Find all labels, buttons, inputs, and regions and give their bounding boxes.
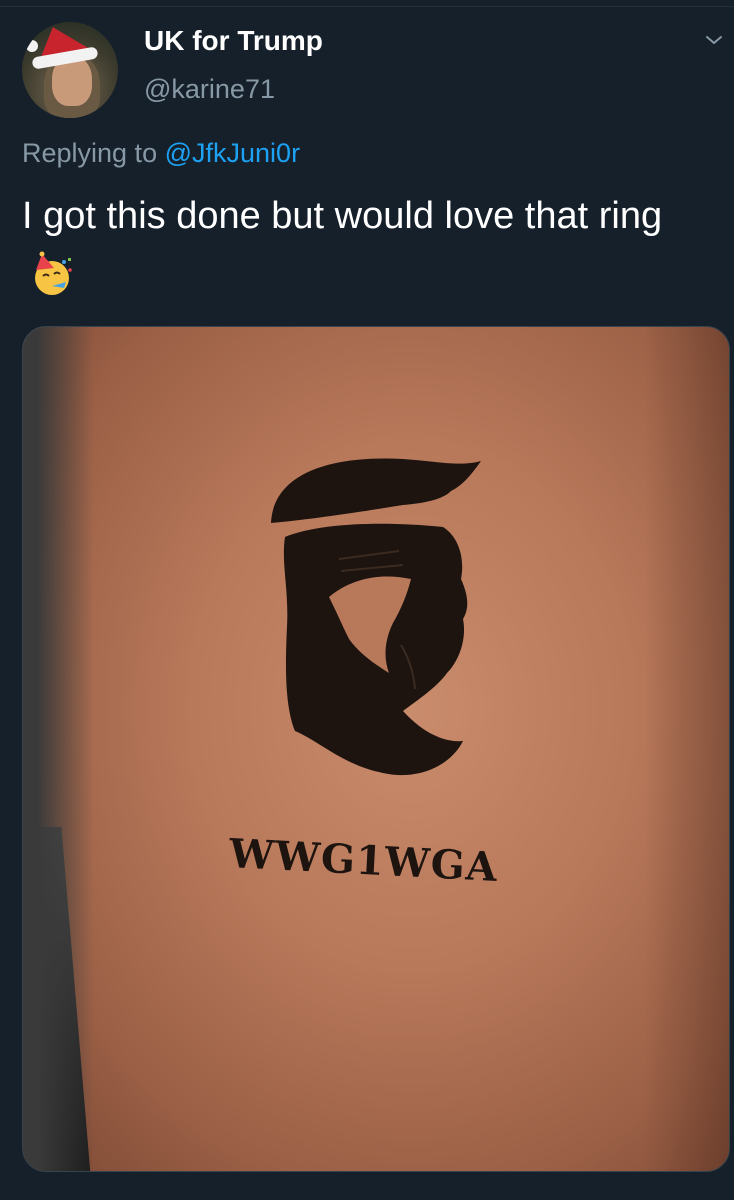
q-tattoo-graphic bbox=[271, 458, 481, 776]
replying-prefix: Replying to bbox=[22, 138, 158, 168]
santa-hat-pom bbox=[26, 40, 38, 52]
partying-face-emoji-icon bbox=[35, 251, 72, 295]
tweet-image[interactable]: WWG1WGA bbox=[22, 326, 730, 1172]
tweet-text: I got this done but would love that ring bbox=[22, 195, 663, 237]
user-handle[interactable]: @karine71 bbox=[144, 72, 275, 106]
display-name[interactable]: UK for Trump bbox=[144, 24, 323, 58]
avatar[interactable] bbox=[22, 22, 118, 118]
tweet-body: I got this done but would love that ring bbox=[22, 188, 722, 300]
chevron-down-icon[interactable] bbox=[704, 30, 724, 50]
divider bbox=[0, 6, 734, 7]
tweet-view: UK for Trump @karine71 Replying to @JfkJ… bbox=[0, 0, 734, 1200]
reply-mention-link[interactable]: @JfkJuni0r bbox=[165, 138, 300, 168]
replying-to-line: Replying to @JfkJuni0r bbox=[22, 136, 300, 170]
